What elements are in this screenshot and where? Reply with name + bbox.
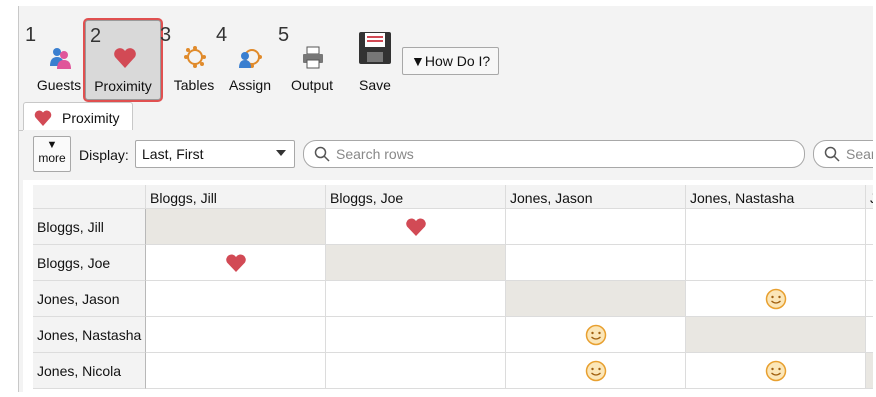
row-header[interactable]: Bloggs, Joe [33,245,146,281]
column-header-label: Jones, Jason [510,190,593,206]
assign-icon [239,49,262,68]
proximity-cell[interactable] [506,317,686,353]
printer-icon [303,46,323,69]
column-header[interactable]: Bloggs, Joe [326,185,506,209]
proximity-cell[interactable] [146,281,326,317]
search-columns-input[interactable]: Search columns [813,140,873,168]
more-arrow-icon: ▼ [46,139,58,151]
save-label: Save [359,77,391,93]
proximity-label: Proximity [94,78,152,94]
row-header[interactable]: Jones, Nicola [33,353,146,389]
search-rows-input[interactable]: Search rows [303,140,805,168]
step-number: 4 [216,24,228,46]
display-label: Display: [79,147,129,163]
row-header-label: Bloggs, Jill [37,219,104,235]
heart-icon [406,218,426,236]
proximity-cell[interactable] [686,353,866,389]
row-header-label: Jones, Jason [37,291,120,307]
proximity-cell[interactable] [326,317,506,353]
proximity-cell[interactable] [686,245,866,281]
proximity-cell[interactable] [866,209,873,245]
table-icon [184,46,206,68]
row-header-label: Jones, Nastasha [37,327,142,343]
heart-icon [226,254,246,272]
row-header[interactable]: Bloggs, Jill [33,209,146,245]
more-button[interactable]: ▼ more [33,136,71,172]
row-header-label: Jones, Nicola [37,363,122,379]
step-number: 1 [25,24,37,46]
search-columns-placeholder: Search columns [846,146,873,162]
smiley-icon [585,360,607,382]
self-cell[interactable] [146,209,326,245]
self-cell[interactable] [686,317,866,353]
column-header-label: J [870,190,873,206]
display-value: Last, First [142,146,204,162]
proximity-cell[interactable] [326,281,506,317]
save-icon [359,32,391,64]
smiley-icon [765,360,787,382]
smiley-icon [585,324,607,346]
step-number: 2 [90,25,102,47]
self-cell[interactable] [506,281,686,317]
column-header[interactable]: Jones, Nastasha [686,185,866,209]
proximity-cell[interactable] [506,245,686,281]
column-header[interactable]: J [866,185,873,209]
heart-icon [34,110,52,126]
row-header-label: Bloggs, Joe [37,255,111,271]
tab-label: Proximity [62,110,120,126]
proximity-grid: Bloggs, Jill Bloggs, Joe Jones, Jason Jones… [33,185,873,392]
chevron-down-icon [276,150,286,156]
proximity-cell[interactable] [146,317,326,353]
search-icon [314,146,330,162]
proximity-cell[interactable] [686,281,866,317]
column-header-label: Bloggs, Joe [330,190,404,206]
tab-strip: Proximity [19,100,873,133]
proximity-cell[interactable] [146,353,326,389]
step-number: 5 [278,24,290,46]
search-icon [824,146,840,162]
proximity-cell[interactable] [326,209,506,245]
row-header[interactable]: Jones, Jason [33,281,146,317]
column-header[interactable]: Jones, Jason [506,185,686,209]
proximity-cell[interactable] [866,245,873,281]
app-window: 1 Guests 2 Proximity 3 Tables 4 Assign 5… [18,6,873,392]
proximity-cell[interactable] [686,209,866,245]
how-do-i-button[interactable]: ▼How Do I? [402,47,500,75]
column-header-label: Jones, Nastasha [690,190,795,206]
guests-icon [50,48,71,69]
proximity-cell[interactable] [146,245,326,281]
grid-corner [33,185,146,209]
column-header-label: Bloggs, Jill [150,190,217,206]
more-label: more [38,151,66,165]
smiley-icon [765,288,787,310]
proximity-cell[interactable] [866,281,873,317]
row-header[interactable]: Jones, Nastasha [33,317,146,353]
heart-icon [114,48,136,68]
proximity-button[interactable]: 2 Proximity [85,20,161,100]
tab-proximity[interactable]: Proximity [23,102,133,133]
proximity-panel: ▼ more Display: Last, First Search rows [23,130,873,392]
search-rows-placeholder: Search rows [336,146,414,162]
filter-bar: ▼ more Display: Last, First Search rows [23,130,873,180]
self-cell[interactable] [326,245,506,281]
step-number: 3 [160,24,172,46]
self-cell[interactable] [866,353,873,389]
proximity-cell[interactable] [506,353,686,389]
display-select[interactable]: Last, First [135,140,295,168]
proximity-cell[interactable] [326,353,506,389]
proximity-cell[interactable] [866,317,873,353]
toolbar: 1 Guests 2 Proximity 3 Tables 4 Assign 5… [19,14,873,100]
proximity-cell[interactable] [506,209,686,245]
column-header[interactable]: Bloggs, Jill [146,185,326,209]
